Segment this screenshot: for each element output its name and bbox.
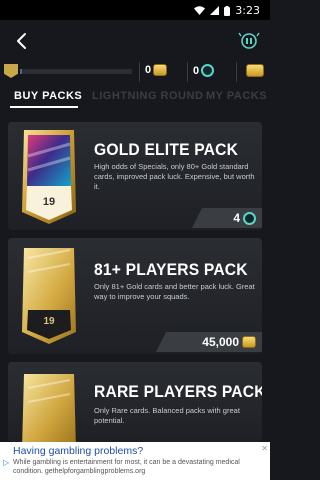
xp-progress-bar <box>20 69 132 74</box>
tab-bar: BUY PACKS LIGHTNING ROUND MY PACKS <box>0 90 270 112</box>
pack-price-button[interactable]: 45,000 <box>156 332 262 352</box>
card-number: 19 <box>43 196 55 208</box>
tab-my-packs[interactable]: MY PACKS <box>206 90 267 102</box>
points-balance[interactable]: 0 <box>193 64 215 77</box>
pack-title: RARE PLAYERS PACK <box>94 382 262 401</box>
points-amount: 0 <box>193 64 200 77</box>
app-header <box>0 20 270 62</box>
back-arrow-icon[interactable] <box>10 29 34 53</box>
status-bar: 3:23 <box>0 0 270 20</box>
pack-price-button[interactable]: 4 <box>192 208 262 228</box>
active-tab-indicator <box>10 106 78 108</box>
wifi-icon <box>194 6 206 15</box>
pack-description: Only 81+ Gold cards and better pack luck… <box>94 282 255 301</box>
pack-card-81-plus[interactable]: 19 81+ PLAYERS PACK Only 81+ Gold cards … <box>8 238 262 354</box>
ad-body: While gambling is entertainment for most… <box>13 459 240 475</box>
battery-icon <box>224 5 231 16</box>
pack-token-icon <box>246 64 264 77</box>
pack-card-rare-players[interactable]: RARE PLAYERS PACK Only Rare cards. Balan… <box>8 362 262 442</box>
tab-buy-packs[interactable]: BUY PACKS <box>14 90 82 102</box>
pack-description: Only Rare cards. Balanced packs with gre… <box>94 406 240 425</box>
pack-card-gold-elite[interactable]: 19 GOLD ELITE PACK High odds of Specials… <box>8 122 262 230</box>
divider <box>139 62 140 82</box>
card-number: 19 <box>43 316 55 327</box>
rare-gold-card-image <box>22 374 76 442</box>
level-badge <box>4 64 18 78</box>
coins-balance[interactable]: 0 <box>145 64 168 76</box>
gold-elite-card-image: 19 <box>22 130 76 224</box>
ad-title[interactable]: Having gambling problems? <box>13 445 143 457</box>
tokens-balance[interactable] <box>246 64 264 77</box>
pack-title: GOLD ELITE PACK <box>94 140 239 159</box>
gold-card-image: 19 <box>22 248 76 344</box>
points-icon <box>243 211 256 225</box>
pack-price: 45,000 <box>202 335 239 349</box>
currency-row: 0 0 <box>0 62 270 82</box>
divider <box>187 62 188 82</box>
coin-icon <box>242 336 256 348</box>
pack-settings-icon[interactable] <box>236 28 262 54</box>
divider <box>236 62 237 82</box>
coins-amount: 0 <box>145 64 152 76</box>
signal-icon <box>210 6 220 15</box>
status-icons: 3:23 <box>194 4 260 17</box>
pack-price: 4 <box>233 211 240 225</box>
tab-lightning-round[interactable]: LIGHTNING ROUND <box>92 90 203 102</box>
pack-title: 81+ PLAYERS PACK <box>94 260 248 279</box>
status-time: 3:23 <box>235 4 260 17</box>
ad-close-icon[interactable]: ✕ <box>261 444 268 453</box>
points-icon <box>201 64 215 77</box>
coin-icon <box>153 64 168 76</box>
xp-progress-fill <box>20 69 23 74</box>
ad-choices-icon[interactable]: ▷ <box>3 458 9 467</box>
ad-banner[interactable]: ▷ ✕ Having gambling problems? While gamb… <box>0 442 270 480</box>
pack-description: High odds of Specials, only 80+ Gold sta… <box>94 162 255 191</box>
